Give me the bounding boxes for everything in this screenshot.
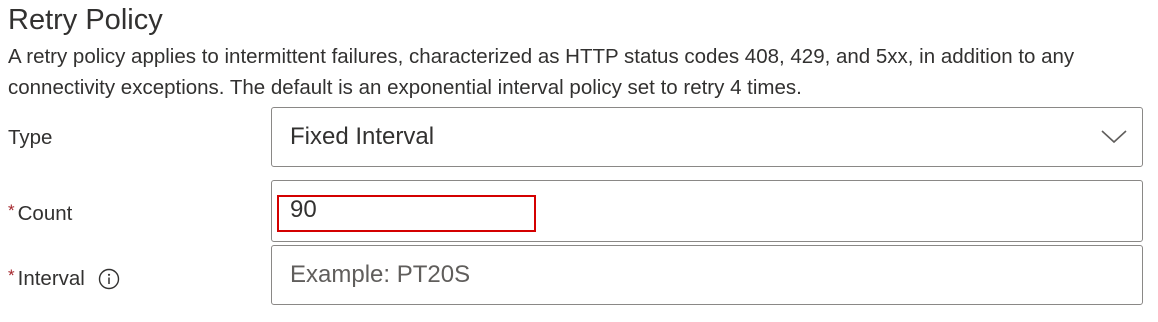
section-description: A retry policy applies to intermittent f… xyxy=(8,45,1075,99)
interval-label: * Interval xyxy=(8,265,120,293)
required-marker: * xyxy=(8,201,15,220)
type-dropdown[interactable]: Fixed Interval xyxy=(271,107,1143,167)
interval-input[interactable] xyxy=(288,254,1112,296)
type-selected-value: Fixed Interval xyxy=(290,123,435,150)
required-marker: * xyxy=(8,266,15,285)
interval-label-text: Interval xyxy=(17,267,85,290)
count-field-container xyxy=(271,180,1143,242)
section-title: Retry Policy xyxy=(8,4,163,36)
interval-field-container xyxy=(271,245,1143,305)
info-icon[interactable] xyxy=(98,268,120,290)
count-input[interactable] xyxy=(288,189,1112,231)
count-label-text: Count xyxy=(17,202,73,225)
chevron-down-icon xyxy=(1100,126,1128,146)
type-label-text: Type xyxy=(8,126,53,149)
type-label: Type xyxy=(8,124,52,152)
count-label: * Count xyxy=(8,200,72,228)
